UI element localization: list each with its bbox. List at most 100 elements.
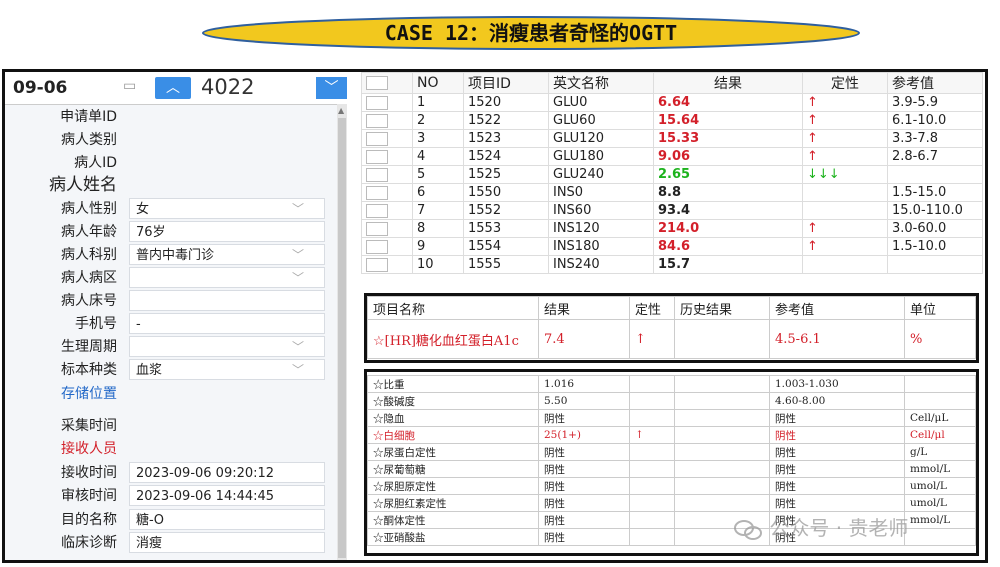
field-label: 目的名称	[61, 512, 117, 528]
patient-field-row: 病人科别 普内中毒门诊 ﹀	[5, 243, 327, 267]
scroll-up-arrow-icon[interactable]: ▲	[338, 106, 344, 115]
chevron-down-icon[interactable]: ﹀	[292, 245, 304, 266]
urinalysis-row[interactable]: ☆尿蛋白定性 阴性 阴性 g/L	[367, 443, 976, 461]
select-all-checkbox[interactable]	[366, 76, 388, 90]
field-select[interactable]: 普内中毒门诊 ﹀	[129, 244, 325, 265]
row-no: 4	[412, 147, 464, 166]
result-row[interactable]: 4 1524 GLU180 9.06 ↑ 2.8-6.7	[361, 147, 983, 166]
english-name: INS0	[548, 183, 654, 202]
results-header-row: NO 项目ID 英文名称 结果 定性 参考值	[361, 72, 983, 94]
header-qualitative[interactable]: 定性	[802, 72, 888, 94]
hba1c-header-row: 项目名称 结果 定性 历史结果 参考值 单位	[367, 296, 976, 320]
field-label: 接收时间	[61, 465, 117, 481]
english-name: INS180	[548, 237, 654, 256]
item-id: 1525	[463, 165, 549, 184]
field-select[interactable]: 女 ﹀	[129, 198, 325, 219]
row-no: 5	[412, 165, 464, 184]
reference-range: 阴性	[769, 477, 905, 495]
field-input[interactable]: 消瘦	[129, 532, 325, 553]
field-input[interactable]: 76岁	[129, 221, 325, 242]
unit: umol/L	[904, 494, 976, 512]
urinalysis-row[interactable]: ☆比重 1.016 1.003-1.030	[367, 375, 976, 393]
item-name: ☆尿胆红素定性	[367, 494, 539, 512]
header-reference[interactable]: 参考值	[887, 72, 983, 94]
chevron-down-icon[interactable]: ﹀	[292, 268, 304, 289]
ogtt-results-table: NO 项目ID 英文名称 结果 定性 参考值 1 1520 GLU0 6.64 ↑ 3.9…	[361, 72, 985, 274]
previous-patient-button[interactable]: ︿	[155, 77, 191, 99]
row-checkbox[interactable]	[366, 221, 388, 236]
field-select[interactable]: ﹀	[129, 267, 325, 288]
row-checkbox[interactable]	[366, 239, 388, 254]
field-input[interactable]: 糖-O	[129, 509, 325, 530]
item-id: 1554	[463, 237, 549, 256]
field-input[interactable]	[129, 290, 325, 311]
urinalysis-row[interactable]: ☆尿胆红素定性 阴性 阴性 umol/L	[367, 494, 976, 512]
field-input[interactable]: 2023-09-06 14:44:45	[129, 485, 325, 506]
result-row[interactable]: 7 1552 INS60 93.4 15.0-110.0	[361, 201, 983, 220]
header-result[interactable]: 结果	[653, 72, 803, 94]
header-item-id[interactable]: 项目ID	[463, 72, 549, 94]
qualitative-flag	[629, 375, 675, 393]
urinalysis-row[interactable]: ☆隐血 阴性 阴性 Cell/μL	[367, 409, 976, 427]
header-no[interactable]: NO	[412, 72, 464, 94]
result-row[interactable]: 9 1554 INS180 84.6 ↑ 1.5-10.0	[361, 237, 983, 256]
row-select-cell	[361, 237, 413, 256]
item-name: ☆尿蛋白定性	[367, 443, 539, 461]
calendar-icon[interactable]: ▭	[123, 78, 136, 94]
row-no: 2	[412, 111, 464, 130]
row-no: 3	[412, 129, 464, 148]
field-input[interactable]: 2023-09-06 09:20:12	[129, 462, 325, 483]
result-row[interactable]: 5 1525 GLU240 2.65 ↓↓↓	[361, 165, 983, 184]
row-checkbox[interactable]	[366, 95, 388, 110]
result-row[interactable]: 8 1553 INS120 214.0 ↑ 3.0-60.0	[361, 219, 983, 238]
result-row[interactable]: 3 1523 GLU120 15.33 ↑ 3.3-7.8	[361, 129, 983, 148]
reference-range: 阴性	[769, 494, 905, 512]
result-row[interactable]: 10 1555 INS240 15.7	[361, 255, 983, 274]
sample-number-field[interactable]: 4022	[201, 75, 254, 99]
chevron-down-icon[interactable]: ﹀	[292, 360, 304, 381]
item-name: ☆酸碱度	[367, 392, 539, 410]
hba1c-row[interactable]: ☆[HR]糖化血红蛋白A1c 7.4 ↑ 4.5-6.1 %	[367, 319, 976, 359]
header-english-name[interactable]: 英文名称	[548, 72, 654, 94]
field-label[interactable]: 存储位置	[61, 382, 117, 406]
field-value: 糖-O	[136, 513, 164, 528]
result-value: 214.0	[653, 219, 803, 238]
row-checkbox[interactable]	[366, 167, 388, 182]
field-select[interactable]: ﹀	[129, 336, 325, 357]
patient-field-row: 申请单ID	[5, 105, 327, 129]
chevron-down-icon[interactable]: ﹀	[292, 199, 304, 220]
unit: Cell/μL	[904, 409, 976, 427]
row-checkbox[interactable]	[366, 257, 388, 272]
qualitative-flag	[629, 511, 675, 529]
urinalysis-row[interactable]: ☆尿胆原定性 阴性 阴性 umol/L	[367, 477, 976, 495]
row-checkbox[interactable]	[366, 131, 388, 146]
item-name: ☆亚硝酸盐	[367, 528, 539, 546]
urinalysis-row[interactable]: ☆酸碱度 5.50 4.60-8.00	[367, 392, 976, 410]
row-no: 9	[412, 237, 464, 256]
qualitative-flag: ↑	[802, 129, 888, 148]
next-patient-button[interactable]: ﹀	[316, 77, 347, 99]
hba1c-result-box: 项目名称 结果 定性 历史结果 参考值 单位 ☆[HR]糖化血红蛋白A1c 7.…	[364, 293, 979, 363]
select-all-header[interactable]	[361, 72, 413, 94]
result-row[interactable]: 2 1522 GLU60 15.64 ↑ 6.1-10.0	[361, 111, 983, 130]
row-select-cell	[361, 111, 413, 130]
urinalysis-row[interactable]: ☆尿葡萄糖 阴性 阴性 mmol/L	[367, 460, 976, 478]
row-checkbox[interactable]	[366, 185, 388, 200]
urinalysis-row[interactable]: ☆白细胞 25(1+) ↑ 阴性 Cell/μl	[367, 426, 976, 444]
field-label: 申请单ID	[60, 109, 117, 125]
qualitative-flag: ↑	[802, 93, 888, 112]
result-row[interactable]: 1 1520 GLU0 6.64 ↑ 3.9-5.9	[361, 93, 983, 112]
row-checkbox[interactable]	[366, 113, 388, 128]
left-scrollbar[interactable]: ▲	[337, 104, 347, 560]
row-select-cell	[361, 147, 413, 166]
field-label: 标本种类	[61, 362, 117, 378]
date-field[interactable]: 09-06	[13, 78, 67, 98]
row-checkbox[interactable]	[366, 149, 388, 164]
result-row[interactable]: 6 1550 INS0 8.8 1.5-15.0	[361, 183, 983, 202]
field-value: 消瘦	[136, 536, 163, 551]
scrollbar-thumb[interactable]	[338, 118, 346, 558]
field-select[interactable]: 血浆 ﹀	[129, 359, 325, 380]
field-input[interactable]: -	[129, 313, 325, 334]
chevron-down-icon[interactable]: ﹀	[292, 337, 304, 358]
row-checkbox[interactable]	[366, 203, 388, 218]
